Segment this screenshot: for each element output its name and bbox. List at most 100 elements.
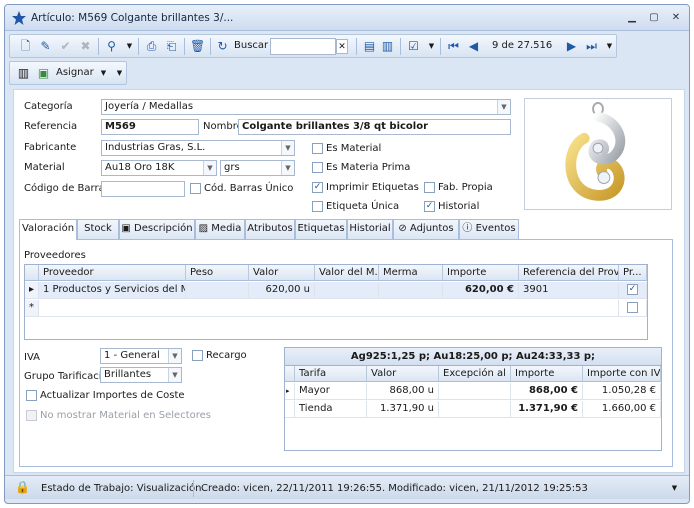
assign-button[interactable]: Asignar [56, 67, 94, 78]
clear-search-icon[interactable]: ✕ [336, 39, 348, 54]
list-view-icon[interactable]: ▤ [362, 39, 377, 54]
col-tarifa-importe[interactable]: Importe [511, 366, 583, 382]
tarifa-cell-name[interactable]: Tienda [295, 401, 367, 418]
status-bar: 🔒 Estado de Trabajo: Visualización Cread… [5, 475, 689, 499]
select-dropdown-icon[interactable]: ▼ [424, 39, 439, 54]
imprimir-etiquetas-checkbox[interactable]: ✓ [312, 182, 323, 193]
tab-adjuntos[interactable]: ⊘ Adjuntos [393, 219, 459, 239]
first-record-icon[interactable]: ⏮ [446, 39, 461, 54]
tarifa-cell-excepcion[interactable] [439, 401, 511, 418]
chevron-down-icon: ▼ [168, 349, 181, 363]
toolbar-overflow-icon[interactable]: ▼ [602, 39, 617, 54]
last-record-icon[interactable]: ⏭ [584, 39, 599, 54]
cell-pr-checkbox[interactable]: ✓ [627, 284, 638, 295]
col-valor[interactable]: Valor [249, 265, 315, 281]
detail-view-icon[interactable]: ▥ [380, 39, 395, 54]
maximize-icon[interactable]: ▢ [647, 11, 661, 24]
fab-propia-checkbox[interactable] [424, 182, 435, 193]
minimize-icon[interactable]: ▁ [625, 11, 639, 24]
print-preview-icon[interactable]: ⎗ [164, 39, 179, 54]
tab-atributos[interactable]: Atributos [245, 219, 295, 239]
tab-etiquetas[interactable]: Etiquetas [295, 219, 347, 239]
new-document-icon[interactable]: 🗋 [18, 39, 33, 54]
cell-proveedor[interactable]: 1 Productos y Servicios del Med... [39, 282, 186, 299]
grupo-tarificacion-field[interactable]: Brillantes ▼ [100, 367, 182, 383]
col-tarifa[interactable]: Tarifa [295, 366, 367, 382]
chevron-down-icon: ▼ [281, 161, 294, 175]
tarifa-cell-valor[interactable]: 1.371,90 u [367, 401, 439, 418]
assign-icon[interactable]: ▣ [36, 66, 51, 81]
close-icon[interactable]: ✕ [669, 11, 683, 24]
product-image[interactable] [524, 98, 672, 210]
referencia-field[interactable]: M569 [101, 119, 199, 135]
etiqueta-unica-checkbox[interactable] [312, 201, 323, 212]
tab-stock[interactable]: Stock [77, 219, 119, 239]
status-dropdown-icon[interactable]: ▼ [667, 481, 682, 496]
es-materia-prima-checkbox[interactable] [312, 162, 323, 173]
new-row[interactable] [39, 300, 619, 317]
iva-field[interactable]: 1 - General ▼ [100, 348, 182, 364]
find-dropdown-icon[interactable]: ▼ [122, 39, 137, 54]
material-label: Material [24, 162, 65, 173]
search-input[interactable] [270, 38, 336, 55]
col-excepcion[interactable]: Excepción al ... [439, 366, 511, 382]
cell-importe[interactable]: 620,00 € [443, 282, 519, 299]
nombre-field[interactable]: Colgante brillantes 3/8 qt bicolor [238, 119, 511, 135]
cell-valor-m[interactable] [315, 282, 379, 299]
assign-dropdown-icon[interactable]: ▼ [96, 66, 111, 81]
tarifa-cell-con-iva[interactable]: 1.050,28 € [583, 383, 661, 400]
categoria-field[interactable]: Joyería / Medallas ▼ [101, 99, 511, 115]
fabricante-field[interactable]: Industrias Gras, S.L. ▼ [101, 140, 295, 156]
cell-referencia[interactable]: 3901 [519, 282, 619, 299]
tab-valoracion[interactable]: Valoración [19, 219, 77, 240]
col-valor-m[interactable]: Valor del M... [315, 265, 379, 281]
unit-field[interactable]: grs ▼ [220, 160, 295, 176]
col-peso[interactable]: Peso [186, 265, 249, 281]
col-tarifa-valor[interactable]: Valor [367, 366, 439, 382]
col-merma[interactable]: Merma [379, 265, 443, 281]
actualizar-importes-checkbox[interactable] [26, 390, 37, 401]
tarifa-cell-importe[interactable]: 868,00 € [511, 383, 583, 400]
col-pr[interactable]: Pr... [619, 265, 647, 281]
tarifa-cell-con-iva[interactable]: 1.660,00 € [583, 401, 661, 418]
refresh-icon[interactable]: ↻ [215, 39, 230, 54]
tarifa-cell-valor[interactable]: 868,00 u [367, 383, 439, 400]
es-material-checkbox[interactable] [312, 143, 323, 154]
cell-merma[interactable] [379, 282, 443, 299]
tab-media[interactable]: ▨ Media [195, 219, 245, 239]
toolbar2-overflow-icon[interactable]: ▼ [112, 66, 127, 81]
recargo-checkbox[interactable] [192, 350, 203, 361]
col-referencia[interactable]: Referencia del Prov... [519, 265, 619, 281]
no-mostrar-material-checkbox[interactable] [26, 410, 37, 421]
proveedores-grid: Proveedor Peso Valor Valor del M... Merm… [24, 264, 648, 340]
cancel-x-icon[interactable]: ✖ [78, 39, 93, 54]
edit-pencil-icon[interactable]: ✎ [38, 39, 53, 54]
next-record-icon[interactable]: ▶ [564, 39, 579, 54]
historial-checkbox[interactable]: ✓ [424, 201, 435, 212]
tarifa-cell-importe[interactable]: 1.371,90 € [511, 401, 583, 418]
cell-valor[interactable]: 620,00 u [249, 282, 315, 299]
previous-record-icon[interactable]: ◀ [466, 39, 481, 54]
col-proveedor[interactable]: Proveedor [39, 265, 186, 281]
window-title: Artículo: M569 Colgante brillantes 3/... [31, 12, 234, 24]
tarifa-cell-excepcion[interactable] [439, 383, 511, 400]
print-icon[interactable]: ⎙ [144, 39, 159, 54]
col-importe[interactable]: Importe [443, 265, 519, 281]
col-importe-iva[interactable]: Importe con IVA [583, 366, 661, 382]
codigo-barras-field[interactable] [101, 181, 185, 197]
tarifa-row-marker: ▸ [285, 383, 295, 400]
cod-barras-unico-checkbox[interactable] [190, 183, 201, 194]
find-magnifier-icon[interactable]: ⚲ [104, 39, 119, 54]
new-row-checkbox[interactable] [627, 302, 638, 313]
tab-historial[interactable]: Historial [347, 219, 393, 239]
tab-descripcion[interactable]: ▣ Descripción [119, 219, 195, 239]
tab-eventos[interactable]: ⓘ Eventos [459, 219, 519, 239]
cell-peso[interactable] [186, 282, 249, 299]
tarifa-cell-name[interactable]: Mayor [295, 383, 367, 400]
delete-trash-icon[interactable]: 🗑 [190, 39, 205, 54]
material-field[interactable]: Au18 Oro 18K ▼ [101, 160, 217, 176]
accept-check-icon[interactable]: ✔ [58, 39, 73, 54]
fabricante-label: Fabricante [24, 142, 77, 153]
barcode-icon[interactable]: ▥ [16, 66, 31, 81]
select-check-icon[interactable]: ☑ [406, 39, 421, 54]
